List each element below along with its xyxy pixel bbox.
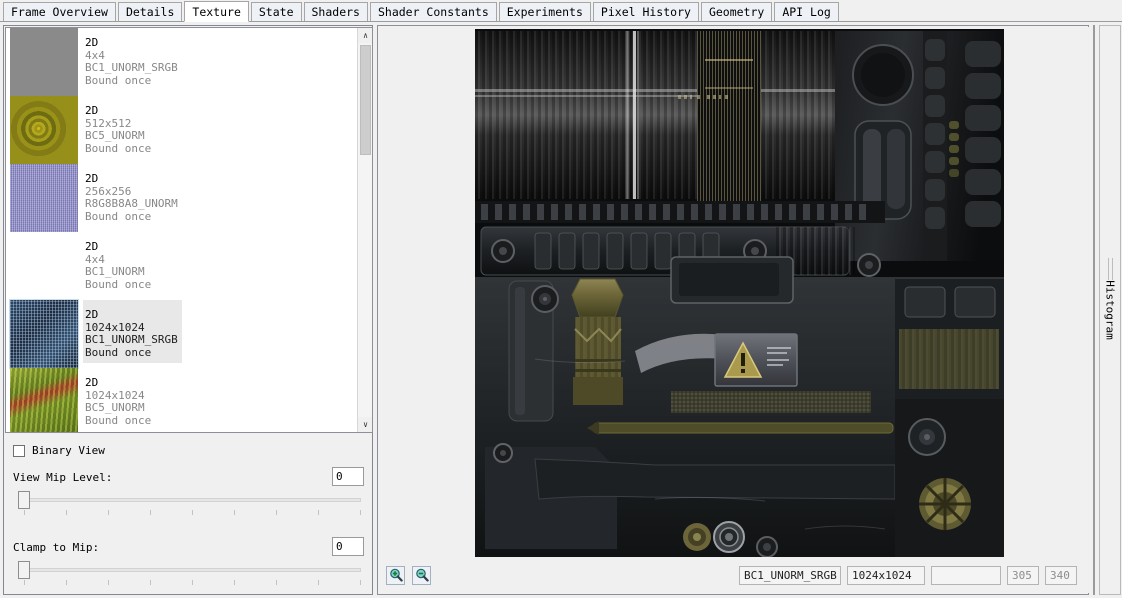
- texture-type: 2D: [85, 172, 99, 185]
- status-coord-y: 340: [1045, 565, 1077, 585]
- clamp-to-mip-slider[interactable]: [13, 561, 363, 587]
- slider-ticks: [24, 510, 364, 516]
- slider-handle[interactable]: [18, 491, 30, 509]
- texture-type: 2D: [85, 308, 99, 321]
- weapon-texture-graphic: [475, 29, 1004, 558]
- tab-details[interactable]: Details: [117, 2, 183, 21]
- status-fields: BC1_UNORM_SRGB 1024x1024 305 340: [739, 565, 1077, 585]
- tab-geometry[interactable]: Geometry: [700, 2, 773, 21]
- texture-item-meta: 2D 1024x1024 BC5_UNORM Bound once: [85, 368, 151, 427]
- texture-format: BC5_UNORM: [85, 401, 145, 414]
- slider-handle[interactable]: [18, 561, 30, 579]
- tab-api-log[interactable]: API Log: [774, 2, 839, 21]
- texture-preview-image[interactable]: [475, 29, 1004, 558]
- texture-thumbnail: [10, 368, 78, 432]
- binary-view-label: Binary View: [32, 444, 105, 457]
- texture-canvas[interactable]: [379, 27, 1089, 559]
- texture-bound-info: Bound once: [85, 345, 152, 359]
- texture-viewer-panel: BC1_UNORM_SRGB 1024x1024 305 340: [377, 25, 1089, 595]
- texture-viewer-window: Frame Overview Details Texture State Sha…: [0, 0, 1122, 598]
- texture-list-items: 2D 4x4 BC1_UNORM_SRGB Bound once 2D 512x…: [6, 28, 357, 432]
- splitter-bar: [1093, 25, 1095, 595]
- texture-thumbnail: [10, 28, 78, 96]
- view-mip-level-label: View Mip Level:: [13, 471, 113, 484]
- clamp-to-mip-control: Clamp to Mip: 0: [5, 537, 373, 591]
- zoom-out-icon: [415, 568, 429, 582]
- texture-thumbnail: [10, 164, 78, 232]
- scroll-down-arrow-icon[interactable]: ∨: [358, 417, 372, 432]
- view-mip-level-value[interactable]: 0: [332, 467, 364, 486]
- texture-list-item[interactable]: 2D 1024x1024 BC5_UNORM Bound once: [6, 368, 357, 432]
- texture-thumbnail: [10, 232, 78, 300]
- texture-list-panel: 2D 4x4 BC1_UNORM_SRGB Bound once 2D 512x…: [3, 25, 373, 595]
- texture-viewer-toolbar: BC1_UNORM_SRGB 1024x1024 305 340: [379, 557, 1089, 593]
- texture-bound-info: Bound once: [85, 209, 152, 223]
- binary-view-row[interactable]: Binary View: [13, 444, 373, 457]
- tab-shaders[interactable]: Shaders: [303, 2, 368, 21]
- status-dimensions: 1024x1024: [847, 565, 925, 585]
- tab-pixel-history[interactable]: Pixel History: [592, 2, 699, 21]
- slider-track: [25, 568, 361, 572]
- tab-state[interactable]: State: [250, 2, 302, 21]
- view-mip-level-slider[interactable]: [13, 491, 363, 517]
- texture-format: R8G8B8A8_UNORM: [85, 197, 178, 210]
- zoom-in-icon: [389, 568, 403, 582]
- tab-shader-constants[interactable]: Shader Constants: [369, 2, 497, 21]
- texture-list[interactable]: 2D 4x4 BC1_UNORM_SRGB Bound once 2D 512x…: [5, 27, 373, 433]
- zoom-out-button[interactable]: [412, 565, 431, 585]
- texture-list-item[interactable]: 2D 512x512 BC5_UNORM Bound once: [6, 96, 357, 164]
- scrollbar-thumb[interactable]: [360, 45, 371, 155]
- slider-track: [25, 498, 361, 502]
- texture-type: 2D: [85, 36, 99, 49]
- status-coord-x: 305: [1007, 565, 1039, 585]
- status-format: BC1_UNORM_SRGB: [739, 565, 841, 585]
- main-tab-bar: Frame Overview Details Texture State Sha…: [0, 0, 1122, 22]
- texture-item-meta: 2D 512x512 BC5_UNORM Bound once: [85, 96, 151, 155]
- texture-list-item-selected[interactable]: 2D 1024x1024 BC1_UNORM_SRGB Bound once: [6, 299, 357, 369]
- texture-list-scrollbar[interactable]: ∧ ∨: [357, 28, 372, 432]
- texture-item-meta: 2D 4x4 BC1_UNORM_SRGB Bound once: [85, 28, 178, 87]
- binary-view-checkbox[interactable]: [13, 444, 25, 457]
- panel-splitter[interactable]: [1091, 25, 1097, 595]
- texture-list-item[interactable]: 2D 4x4 BC1_UNORM_SRGB Bound once: [6, 28, 357, 96]
- texture-bound-info: Bound once: [85, 413, 152, 427]
- texture-item-meta: 2D 1024x1024 BC1_UNORM_SRGB Bound once: [83, 300, 182, 363]
- tab-frame-overview[interactable]: Frame Overview: [3, 2, 116, 21]
- texture-list-item[interactable]: 2D 4x4 BC1_UNORM Bound once: [6, 232, 357, 300]
- zoom-in-button[interactable]: [386, 565, 405, 585]
- scroll-up-arrow-icon[interactable]: ∧: [358, 28, 372, 43]
- histogram-label: Histogram: [1103, 280, 1117, 340]
- texture-bound-info: Bound once: [85, 73, 152, 87]
- texture-format: BC1_UNORM_SRGB: [85, 333, 178, 346]
- texture-item-meta: 2D 4x4 BC1_UNORM Bound once: [85, 232, 151, 291]
- texture-format: BC5_UNORM: [85, 129, 145, 142]
- texture-list-item[interactable]: 2D 256x256 R8G8B8A8_UNORM Bound once: [6, 164, 357, 232]
- texture-type: 2D: [85, 376, 99, 389]
- histogram-grip[interactable]: [1108, 258, 1113, 280]
- clamp-to-mip-label: Clamp to Mip:: [13, 541, 100, 554]
- texture-type: 2D: [85, 240, 99, 253]
- texture-controls: Binary View View Mip Level: 0 Clamp to M…: [5, 438, 373, 593]
- slider-ticks: [24, 580, 364, 586]
- texture-type: 2D: [85, 104, 99, 117]
- texture-format: BC1_UNORM_SRGB: [85, 61, 178, 74]
- texture-thumbnail: [9, 299, 79, 369]
- texture-bound-info: Bound once: [85, 277, 152, 291]
- texture-bound-info: Bound once: [85, 141, 152, 155]
- texture-format: BC1_UNORM: [85, 265, 145, 278]
- texture-item-meta: 2D 256x256 R8G8B8A8_UNORM Bound once: [85, 164, 178, 223]
- clamp-to-mip-value[interactable]: 0: [332, 537, 364, 556]
- status-blank: [931, 565, 1001, 585]
- histogram-panel[interactable]: Histogram: [1099, 25, 1121, 595]
- tab-experiments[interactable]: Experiments: [498, 2, 591, 21]
- view-mip-level-control: View Mip Level: 0: [5, 467, 373, 521]
- tab-texture[interactable]: Texture: [184, 1, 249, 22]
- texture-thumbnail: [10, 96, 78, 164]
